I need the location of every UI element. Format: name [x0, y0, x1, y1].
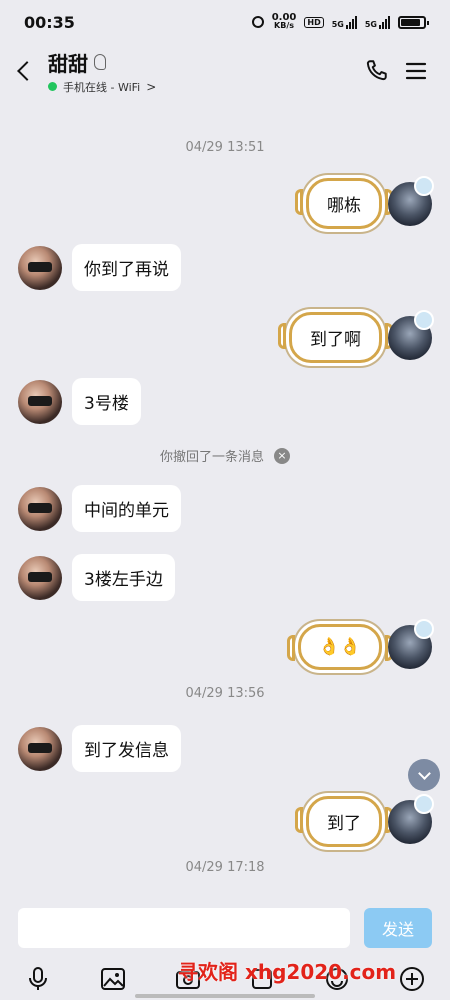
network-speed: 0.00 KB/s: [271, 12, 297, 30]
chat-header: 甜甜 手机在线 - WiFi >: [0, 44, 450, 98]
alarm-icon: [251, 16, 264, 28]
my-avatar[interactable]: [388, 619, 434, 669]
message-incoming: 中间的单元: [18, 485, 181, 532]
message-outgoing: 👌👌: [286, 619, 434, 670]
scroll-to-bottom-button[interactable]: [408, 759, 440, 791]
home-indicator[interactable]: [135, 994, 315, 998]
menu-button[interactable]: [396, 51, 436, 91]
watermark: 寻欢阁 xhg2020.com: [178, 960, 397, 984]
contact-avatar[interactable]: [18, 245, 62, 290]
message-input[interactable]: [18, 908, 350, 948]
chevron-down-icon: [417, 766, 431, 780]
battery-icon: [398, 15, 429, 29]
hamburger-icon: [405, 62, 427, 80]
online-status: 手机在线 - WiFi >: [48, 79, 356, 95]
message-bubble[interactable]: 3楼左手边: [72, 554, 175, 601]
message-incoming: 3楼左手边: [18, 554, 175, 601]
status-time: 00:35: [24, 12, 75, 32]
my-avatar[interactable]: [388, 175, 434, 226]
my-avatar[interactable]: [388, 793, 434, 844]
close-icon[interactable]: ×: [274, 447, 290, 464]
message-list[interactable]: 04/29 13:51 哪栋 你到了再说 到了啊 3号楼 你撤回了一条消息 × …: [0, 98, 450, 898]
message-bubble[interactable]: 👌👌: [286, 624, 393, 670]
ear-icon: [94, 54, 106, 70]
contact-info[interactable]: 甜甜 手机在线 - WiFi >: [48, 48, 356, 95]
message-bubble[interactable]: 3号楼: [72, 378, 141, 425]
image-icon[interactable]: [99, 965, 127, 993]
message-incoming: 你到了再说: [18, 244, 181, 291]
message-incoming: 到了发信息: [18, 725, 181, 772]
message-outgoing: 到了啊: [278, 309, 434, 363]
message-outgoing: 哪栋: [295, 175, 434, 229]
message-bubble[interactable]: 到了啊: [278, 312, 393, 363]
message-bubble[interactable]: 哪栋: [295, 178, 393, 229]
chevron-left-icon: [17, 61, 37, 81]
hd-icon: HD: [304, 16, 324, 28]
contact-avatar[interactable]: [18, 379, 62, 424]
message-bubble[interactable]: 你到了再说: [72, 244, 181, 291]
my-avatar[interactable]: [388, 309, 434, 360]
microphone-icon[interactable]: [24, 965, 52, 993]
status-icons: 0.00 KB/s HD 5G 5G: [251, 12, 429, 30]
message-outgoing: 到了: [295, 793, 434, 847]
contact-name: 甜甜: [48, 51, 88, 76]
send-button[interactable]: 发送: [364, 908, 432, 948]
chevron-right-icon: >: [146, 79, 157, 94]
plus-icon[interactable]: [398, 965, 426, 993]
timestamp: 04/29 17:18: [185, 860, 265, 875]
contact-avatar[interactable]: [18, 555, 62, 600]
ok-hand-emoji: 👌👌: [318, 637, 361, 657]
message-bubble[interactable]: 到了: [295, 796, 393, 847]
online-dot-icon: [48, 82, 57, 91]
phone-call-button[interactable]: [356, 51, 396, 91]
message-bubble[interactable]: 中间的单元: [72, 485, 181, 532]
timestamp: 04/29 13:56: [185, 686, 265, 701]
status-bar: 00:35 0.00 KB/s HD 5G 5G: [0, 0, 450, 44]
status-text: 手机在线 - WiFi: [63, 80, 141, 94]
contact-avatar[interactable]: [18, 726, 62, 771]
input-bar: 发送: [0, 898, 450, 958]
signal-icon-1: 5G: [332, 15, 357, 29]
phone-icon: [366, 60, 387, 81]
recall-notice: 你撤回了一条消息 ×: [0, 446, 450, 465]
contact-avatar[interactable]: [18, 486, 62, 531]
message-incoming: 3号楼: [18, 378, 141, 425]
signal-icon-2: 5G: [365, 15, 390, 29]
message-bubble[interactable]: 到了发信息: [72, 725, 181, 772]
timestamp: 04/29 13:51: [185, 140, 265, 155]
back-button[interactable]: [14, 56, 40, 86]
